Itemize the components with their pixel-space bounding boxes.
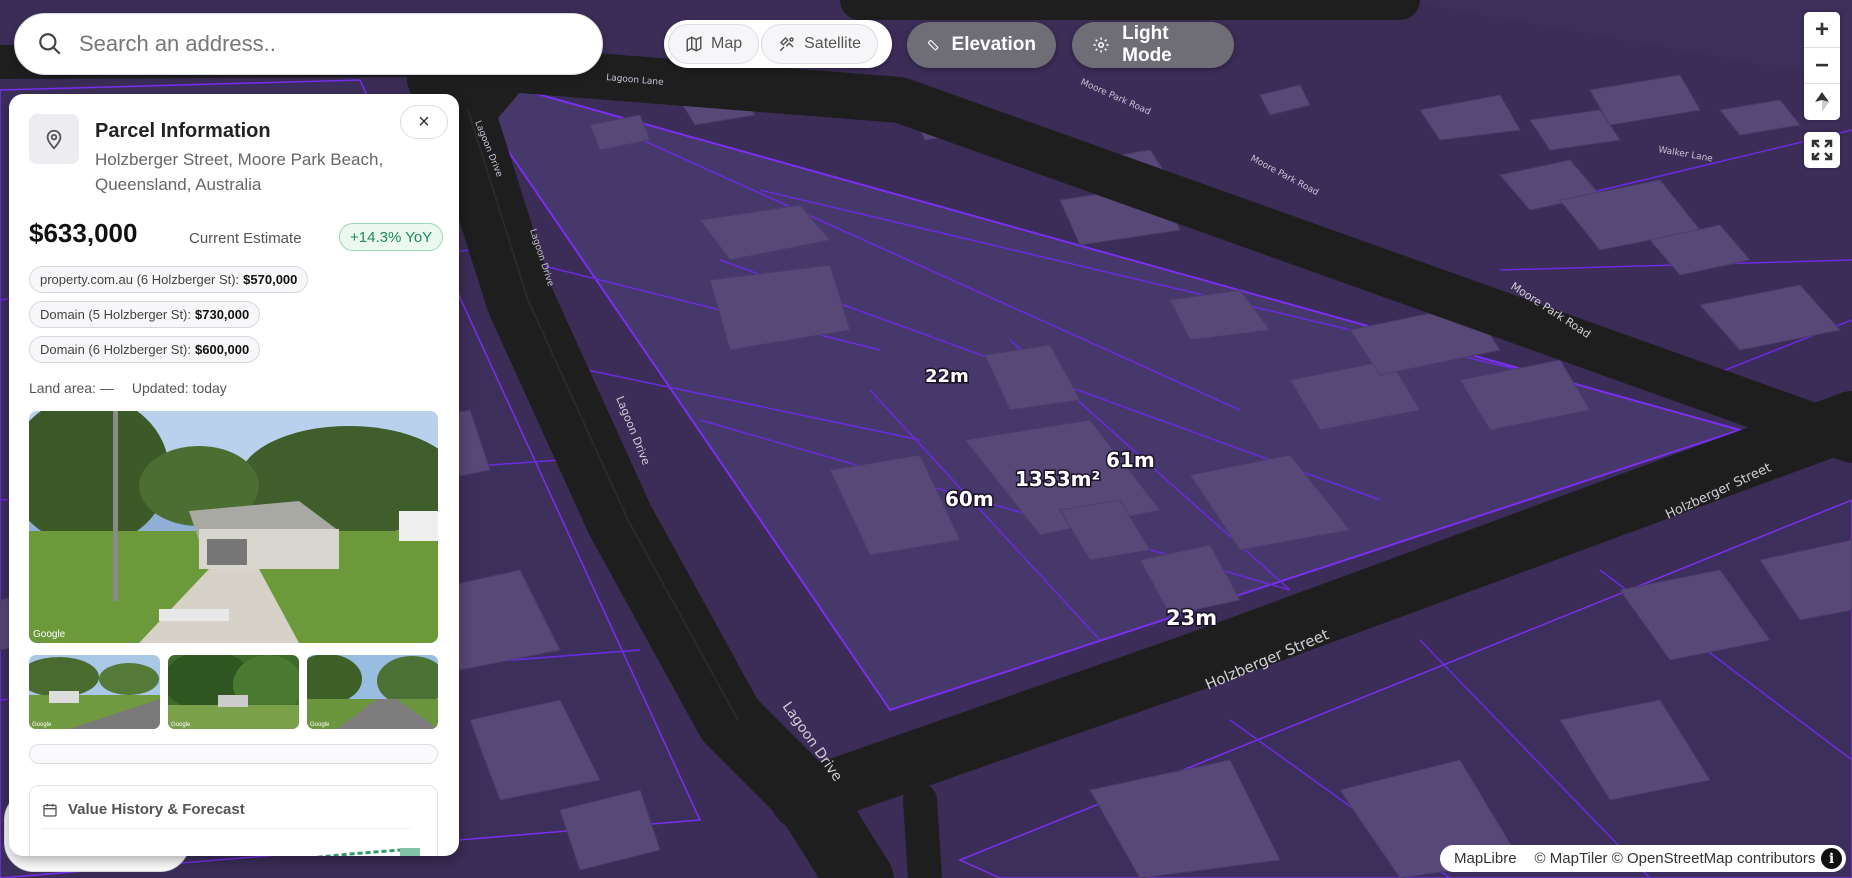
google-watermark: Google — [310, 722, 330, 728]
source-value: $600,000 — [195, 342, 250, 357]
elevation-label: Elevation — [951, 34, 1036, 55]
compass-icon — [1815, 92, 1829, 112]
parcel-info-panel: Parcel Information Holzberger Street, Mo… — [9, 94, 459, 856]
photo-thumbnail[interactable]: Google — [168, 655, 299, 729]
parcel-address: Holzberger Street, Moore Park Beach, Que… — [95, 150, 384, 194]
basemap-toggle: Map Satellite — [664, 20, 892, 68]
parcel-dimension-right: 61m — [1106, 448, 1155, 472]
satellite-icon — [779, 36, 794, 52]
location-pin-container — [29, 114, 79, 164]
source-estimate-chip[interactable]: Domain (5 Holzberger St): $730,000 — [29, 301, 261, 328]
map-icon — [686, 36, 702, 52]
street-view-photo[interactable]: Google — [29, 411, 438, 643]
attribution-info-icon[interactable]: i — [1821, 848, 1842, 869]
yoy-change-badge: +14.3% YoY — [339, 223, 444, 251]
parcel-area-label: 1353m² — [1015, 467, 1100, 491]
google-watermark: Google — [33, 629, 66, 640]
source-label: Domain (6 Holzberger St): — [40, 342, 191, 357]
map-mode-button[interactable]: Map — [668, 24, 760, 64]
source-value: $730,000 — [195, 307, 250, 322]
light-mode-button[interactable]: Light Mode — [1072, 22, 1234, 68]
address-search-bar[interactable] — [14, 13, 603, 75]
fullscreen-icon — [1811, 139, 1833, 161]
parcel-dimension-left: 60m — [945, 487, 994, 511]
zoom-in-button[interactable]: + — [1804, 12, 1840, 48]
parcel-dimension-bottom: 23m — [1166, 606, 1217, 630]
map-attribution: MapLibre © MapTiler © OpenStreetMap cont… — [1440, 845, 1846, 872]
google-watermark: Google — [171, 722, 191, 728]
photo-thumbnail[interactable]: Google — [307, 655, 438, 729]
zoom-out-button[interactable]: − — [1804, 48, 1840, 84]
fullscreen-button[interactable] — [1804, 132, 1840, 168]
source-value: $570,000 — [243, 272, 298, 287]
satellite-mode-label: Satellite — [804, 35, 862, 52]
land-area: Land area: — — [29, 380, 114, 396]
navigation-control: + − — [1804, 12, 1840, 120]
updated-status: Updated: today — [131, 380, 227, 396]
source-label: Domain (5 Holzberger St): — [40, 307, 191, 322]
attribution-maplibre-link[interactable]: MapLibre — [1454, 850, 1517, 867]
elevation-button[interactable]: Elevation — [907, 22, 1056, 68]
close-button[interactable]: × — [400, 105, 448, 139]
source-label: property.com.au (6 Holzberger St): — [40, 272, 240, 287]
source-estimate-chip[interactable]: property.com.au (6 Holzberger St): $570,0… — [29, 266, 309, 293]
satellite-mode-button[interactable]: Satellite — [761, 24, 879, 64]
price-estimate: $633,000 — [29, 218, 138, 248]
parcel-dimension-top: 22m — [925, 366, 969, 387]
location-pin-icon — [46, 129, 62, 150]
forecast-chart-preview — [314, 848, 420, 856]
compass-button[interactable] — [1804, 84, 1840, 120]
divider — [42, 828, 411, 829]
search-input[interactable] — [79, 31, 549, 57]
calendar-icon — [43, 803, 57, 817]
ruler-icon — [927, 39, 939, 51]
value-history-card: Value History & Forecast — [29, 785, 438, 856]
photo-thumbnail[interactable]: Google — [29, 655, 160, 729]
gear-icon — [1093, 37, 1109, 53]
source-estimate-chip[interactable]: Domain (6 Holzberger St): $600,000 — [29, 336, 261, 363]
panel-title: Parcel Information — [95, 120, 271, 142]
light-mode-label: Light Mode — [1122, 23, 1172, 66]
google-watermark: Google — [32, 722, 52, 728]
loading-bar — [29, 744, 438, 764]
price-estimate-label: Current Estimate — [189, 230, 302, 247]
value-history-title: Value History & Forecast — [68, 801, 245, 818]
attribution-maptiler-link[interactable]: © MapTiler © OpenStreetMap contributors — [1535, 850, 1816, 867]
map-mode-label: Map — [711, 35, 743, 52]
search-icon — [39, 33, 61, 55]
